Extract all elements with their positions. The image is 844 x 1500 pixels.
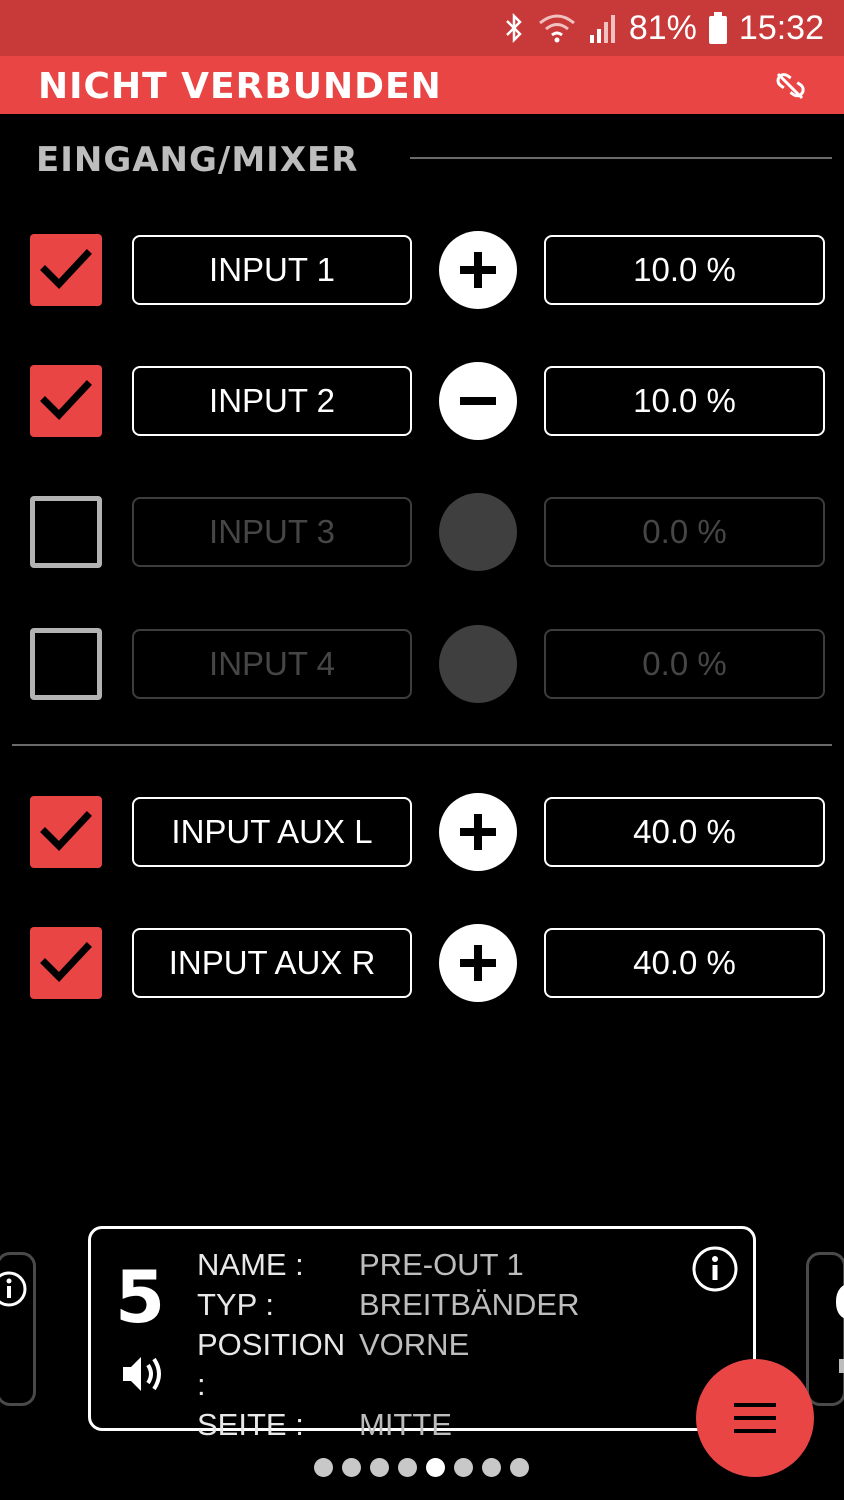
input-row: INPUT 1 10.0 % xyxy=(0,231,844,309)
input-name-button[interactable]: INPUT 3 xyxy=(132,497,412,567)
polarity-toggle-button[interactable] xyxy=(439,625,517,703)
minus-icon xyxy=(460,397,496,405)
input-name-button[interactable]: INPUT AUX L xyxy=(132,797,412,867)
check-icon xyxy=(40,811,92,852)
info-icon[interactable] xyxy=(691,1245,739,1298)
channel-info: NAME : PRE-OUT 1 TYP : BREITBÄNDER POSIT… xyxy=(197,1245,579,1445)
check-icon xyxy=(40,942,92,983)
mix-level-field[interactable]: 0.0 % xyxy=(544,629,825,699)
channel-number: 5 xyxy=(115,1255,166,1339)
check-icon xyxy=(40,380,92,421)
page-dot[interactable] xyxy=(342,1458,361,1477)
previous-channel-card[interactable] xyxy=(0,1252,36,1406)
mix-level-field[interactable]: 40.0 % xyxy=(544,928,825,998)
unlink-icon[interactable] xyxy=(774,70,806,102)
connection-status-title: NICHT VERBUNDEN xyxy=(38,66,442,107)
input-name-button[interactable]: INPUT 1 xyxy=(132,235,412,305)
mix-level-field[interactable]: 10.0 % xyxy=(544,366,825,436)
input-checkbox[interactable] xyxy=(30,496,102,568)
channel-info-row: SEITE : MITTE xyxy=(197,1405,579,1445)
next-channel-marker xyxy=(839,1359,844,1373)
status-bar: 81% 15:32 xyxy=(0,0,844,56)
channel-info-label: SEITE : xyxy=(197,1407,304,1442)
page-indicator xyxy=(314,1458,529,1477)
channel-info-label: TYP : xyxy=(197,1287,274,1322)
page-dot[interactable] xyxy=(398,1458,417,1477)
input-checkbox[interactable] xyxy=(30,796,102,868)
input-checkbox[interactable] xyxy=(30,234,102,306)
mix-level-field[interactable]: 0.0 % xyxy=(544,497,825,567)
plus-icon xyxy=(460,814,496,850)
input-row: INPUT AUX L 40.0 % xyxy=(0,793,844,871)
info-icon xyxy=(0,1269,29,1314)
page-dot[interactable] xyxy=(482,1458,501,1477)
page-dot[interactable] xyxy=(426,1458,445,1477)
channel-info-value: VORNE xyxy=(359,1327,470,1362)
check-icon xyxy=(40,249,92,290)
input-name-button[interactable]: INPUT AUX R xyxy=(132,928,412,998)
speaker-icon xyxy=(121,1353,167,1400)
polarity-toggle-button[interactable] xyxy=(439,362,517,440)
next-channel-number: 6 xyxy=(833,1275,844,1331)
channel-info-value: PRE-OUT 1 xyxy=(359,1247,524,1282)
battery-icon xyxy=(708,12,727,44)
polarity-toggle-button[interactable] xyxy=(439,231,517,309)
wifi-icon xyxy=(537,13,577,43)
channel-info-row: POSITION : VORNE xyxy=(197,1325,579,1405)
input-checkbox[interactable] xyxy=(30,927,102,999)
page-dot[interactable] xyxy=(454,1458,473,1477)
next-channel-card[interactable]: 6 xyxy=(806,1252,844,1406)
channel-info-row: NAME : PRE-OUT 1 xyxy=(197,1245,579,1285)
mix-level-field[interactable]: 10.0 % xyxy=(544,235,825,305)
mix-level-field[interactable]: 40.0 % xyxy=(544,797,825,867)
page-dot[interactable] xyxy=(314,1458,333,1477)
polarity-toggle-button[interactable] xyxy=(439,924,517,1002)
page-dot[interactable] xyxy=(370,1458,389,1477)
polarity-toggle-button[interactable] xyxy=(439,793,517,871)
channel-card[interactable]: 5 NAME : PRE-OUT 1 TYP : BREITBÄNDER POS… xyxy=(88,1226,756,1442)
menu-icon xyxy=(734,1403,776,1433)
channel-info-value: BREITBÄNDER xyxy=(359,1287,580,1322)
channel-info-label: POSITION : xyxy=(197,1327,346,1402)
channel-info-label: NAME : xyxy=(197,1247,304,1282)
battery-percent: 81% xyxy=(628,8,697,47)
input-name-button[interactable]: INPUT 2 xyxy=(132,366,412,436)
input-row: INPUT 2 10.0 % xyxy=(0,362,844,440)
signal-icon xyxy=(589,13,617,43)
section-divider xyxy=(12,744,832,746)
input-name-button[interactable]: INPUT 4 xyxy=(132,629,412,699)
section-divider xyxy=(410,157,832,159)
polarity-toggle-button[interactable] xyxy=(439,493,517,571)
section-title: EINGANG/MIXER xyxy=(36,140,359,180)
input-checkbox[interactable] xyxy=(30,628,102,700)
input-row: INPUT AUX R 40.0 % xyxy=(0,924,844,1002)
channel-info-value: MITTE xyxy=(359,1407,452,1442)
menu-button[interactable] xyxy=(696,1359,814,1477)
clock: 15:32 xyxy=(738,8,824,47)
plus-icon xyxy=(460,252,496,288)
input-checkbox[interactable] xyxy=(30,365,102,437)
channel-info-row: TYP : BREITBÄNDER xyxy=(197,1285,579,1325)
page-dot[interactable] xyxy=(510,1458,529,1477)
input-row: INPUT 3 0.0 % xyxy=(0,493,844,571)
input-row: INPUT 4 0.0 % xyxy=(0,625,844,703)
plus-icon xyxy=(460,945,496,981)
connection-bar: NICHT VERBUNDEN xyxy=(0,56,844,114)
bluetooth-icon xyxy=(503,12,525,44)
